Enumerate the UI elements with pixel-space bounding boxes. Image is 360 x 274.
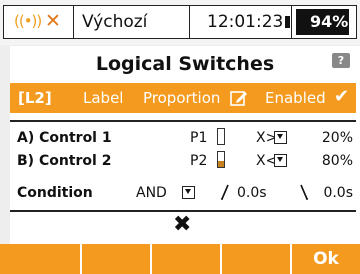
proportion-button[interactable]: Proportion: [143, 89, 220, 107]
clock-time: 12:01:23: [207, 12, 284, 32]
chevron-down-icon: [185, 189, 191, 194]
control-level-gauge: [217, 151, 225, 168]
clock: 12:01:23: [189, 5, 292, 39]
switch-header-row[interactable]: [L2] Label Proportion Enabled ✔: [10, 83, 356, 113]
gauge-fill: [218, 161, 224, 167]
check-icon[interactable]: ✔: [334, 86, 349, 107]
control-source-button[interactable]: P2: [190, 153, 207, 169]
profile-name: Výchozí: [82, 12, 148, 32]
control-label: B) Control 2: [17, 153, 112, 169]
chevron-down-icon: [277, 134, 283, 139]
switch-label-button[interactable]: Label: [83, 89, 123, 107]
fall-delay-value[interactable]: 0.0s: [323, 185, 353, 201]
control-row-a: A) Control 1 P1 X> 20%: [10, 128, 356, 150]
control-label: A) Control 1: [17, 130, 112, 146]
condition-label: Condition: [17, 185, 93, 201]
logical-switches-panel: Logical Switches ? [L2] Label Proportion…: [10, 46, 360, 244]
status-bar: ((•)) ✕ Výchozí 12:01:23 94%: [0, 0, 360, 45]
battery-icon: [285, 16, 290, 28]
operator-dropdown[interactable]: [182, 186, 195, 199]
condition-operator[interactable]: AND: [136, 185, 167, 201]
falling-edge-icon: [299, 183, 309, 205]
battery-percent: 94%: [310, 12, 349, 31]
comparator-dropdown[interactable]: [274, 131, 287, 144]
softkey-bar: Ok: [0, 244, 360, 274]
softkey-4[interactable]: [220, 244, 290, 274]
signal-indicator: ((•)) ✕: [3, 5, 74, 39]
threshold-value[interactable]: 20%: [322, 130, 353, 146]
softkey-2[interactable]: [80, 244, 150, 274]
threshold-value[interactable]: 80%: [322, 153, 353, 169]
softkey-1[interactable]: [0, 244, 80, 274]
control-row-b: B) Control 2 P2 X< 80%: [10, 151, 356, 173]
help-icon[interactable]: ?: [332, 53, 350, 68]
pencil-icon[interactable]: [230, 89, 248, 111]
control-source-button[interactable]: P1: [190, 130, 207, 146]
page-title: Logical Switches: [95, 53, 275, 75]
rising-edge-icon: [220, 183, 230, 205]
divider: [10, 120, 356, 122]
ok-button[interactable]: Ok: [290, 244, 360, 274]
rise-delay-value[interactable]: 0.0s: [237, 185, 267, 201]
signal-x-icon: ✕: [45, 10, 61, 32]
control-level-gauge: [217, 128, 225, 145]
softkey-3[interactable]: [150, 244, 220, 274]
profile-indicator: Výchozí: [73, 5, 190, 39]
signal-icon: ((•)): [14, 12, 42, 30]
battery-indicator: 94%: [285, 5, 357, 39]
switch-id[interactable]: [L2]: [18, 89, 52, 107]
enabled-label: Enabled: [265, 89, 326, 107]
comparator-dropdown[interactable]: [274, 154, 287, 167]
close-icon[interactable]: ✖: [173, 214, 191, 236]
condition-row: Condition AND 0.0s 0.0s: [10, 183, 356, 205]
chevron-down-icon: [277, 157, 283, 162]
